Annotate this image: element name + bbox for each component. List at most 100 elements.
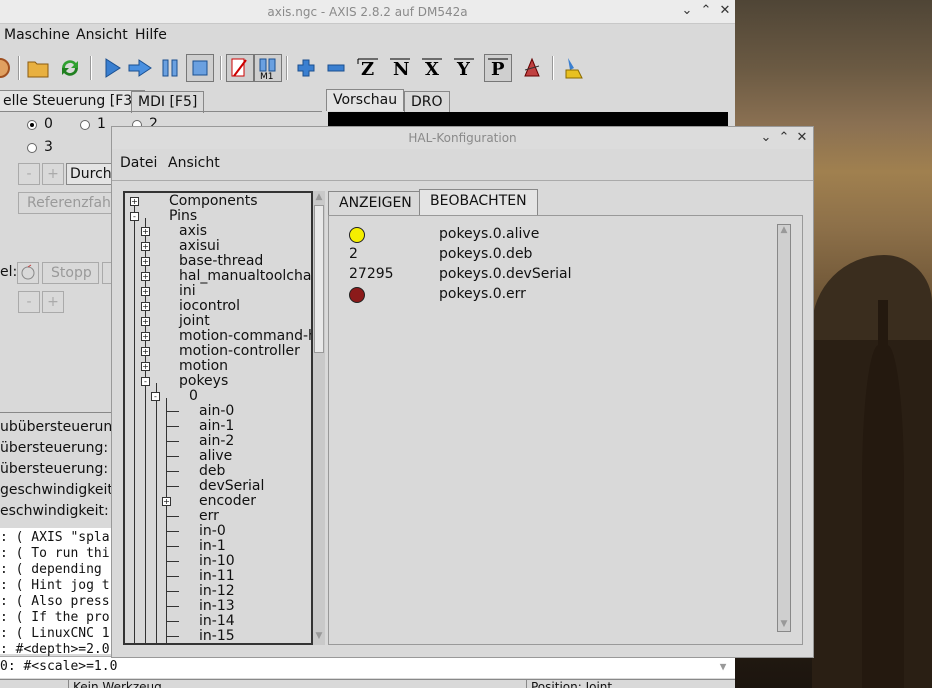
tree-expand-icon[interactable]: + [141,362,150,371]
menu-maschine[interactable]: Maschine [4,27,70,43]
tree-leaf[interactable]: ain-2 [199,434,234,449]
tree-item[interactable]: axisui [179,239,220,254]
tree-leaf[interactable]: ain-1 [199,419,234,434]
tree-item-pins[interactable]: Pins [169,209,197,224]
tree-expand-icon[interactable]: + [141,302,150,311]
scroll-up-icon[interactable]: ▲ [778,225,790,237]
tree-leaf[interactable]: in-11 [199,569,235,584]
tree-collapse-icon[interactable]: - [141,377,150,386]
tree-item[interactable]: motion-command-ha [179,329,311,344]
tree-leaf[interactable]: in-1 [199,539,226,554]
tree-item[interactable]: motion [179,359,228,374]
axis-radio-1[interactable] [80,120,90,130]
scroll-up-icon[interactable]: ▲ [314,192,324,204]
minimize-icon[interactable]: ⌄ [757,129,775,147]
watch-pin-name[interactable]: pokeys.0.deb [439,246,532,262]
tree-item[interactable]: axis [179,224,207,239]
tree-leaf[interactable]: deb [199,464,225,479]
scroll-down-icon[interactable]: ▼ [778,619,790,631]
watch-pin-name[interactable]: pokeys.0.alive [439,226,539,242]
tree-leaf[interactable]: devSerial [199,479,264,494]
minimize-icon[interactable]: ⌄ [678,2,696,20]
optional-stop-icon[interactable]: M1 [254,54,282,82]
tree-leaf[interactable]: in-13 [199,599,235,614]
rotate-icon[interactable] [518,54,546,82]
tree-scrollbar[interactable]: ▲ ▼ [313,191,325,645]
zoom-out-icon[interactable] [322,54,350,82]
tree-leaf[interactable]: in-0 [199,524,226,539]
tree-collapse-icon[interactable]: - [151,392,160,401]
block-delete-icon[interactable] [226,54,254,82]
spindle-plus-button[interactable]: + [42,291,64,313]
home-button[interactable]: Referenzfah [18,192,118,214]
tree-expand-icon[interactable]: + [141,332,150,341]
tree-expand-icon[interactable]: + [141,227,150,236]
view-y-icon[interactable]: Y [450,54,478,82]
spindle-minus-button[interactable]: - [18,291,40,313]
tree-leaf[interactable]: in-15 [199,629,235,644]
tree-item-pokeys-0[interactable]: 0 [189,389,198,404]
view-z-icon[interactable]: Z [354,54,382,82]
open-file-icon[interactable] [24,54,52,82]
tree-item-encoder[interactable]: encoder [199,494,256,509]
scroll-down-icon[interactable]: ▼ [314,631,324,643]
estop-icon[interactable] [0,54,14,82]
tab-mdi[interactable]: MDI [F5] [131,91,205,113]
close-icon[interactable]: ✕ [793,129,811,147]
menu-hilfe[interactable]: Hilfe [135,27,167,43]
step-icon[interactable] [126,54,154,82]
jog-plus-button[interactable]: + [42,163,64,185]
tree-leaf[interactable]: err [199,509,219,524]
tree-item[interactable]: base-thread [179,254,263,269]
tree-collapse-icon[interactable]: - [130,212,139,221]
tree-expand-icon[interactable]: + [141,257,150,266]
watch-pin-name[interactable]: pokeys.0.err [439,286,526,302]
view-z2-icon[interactable]: N [386,54,414,82]
tree-expand-icon[interactable]: + [141,317,150,326]
tree-expand-icon[interactable]: + [162,497,171,506]
tab-vorschau[interactable]: Vorschau [326,89,405,111]
menu-datei[interactable]: Datei [120,155,157,171]
tree-item[interactable]: hal_manualtoolchan [179,269,311,284]
tree-leaf[interactable]: in-14 [199,614,235,629]
view-p-icon[interactable]: P [484,54,512,82]
watch-scrollbar[interactable]: ▲ ▼ [777,224,791,632]
tree-item[interactable]: motion-controller [179,344,300,359]
spindle-ccw-icon[interactable] [17,262,39,284]
pause-icon[interactable] [156,54,184,82]
watch-pin-name[interactable]: pokeys.0.devSerial [439,266,571,282]
tree-leaf[interactable]: in-10 [199,554,235,569]
menu-ansicht[interactable]: Ansicht [76,27,128,43]
tab-manual-control[interactable]: elle Steuerung [F3] [0,90,145,112]
gcode-current-line[interactable]: 0: #<scale>=1.0 ▼ [0,656,735,678]
tree-expand-icon[interactable]: + [141,347,150,356]
tree-item-components[interactable]: Components [169,194,258,209]
reload-icon[interactable] [56,54,84,82]
run-icon[interactable] [98,54,126,82]
tree-expand-icon[interactable]: + [130,197,139,206]
tree-item-pokeys[interactable]: pokeys [179,374,228,389]
scroll-down-icon[interactable]: ▼ [716,660,730,674]
maximize-icon[interactable]: ⌃ [697,2,715,20]
tree-expand-icon[interactable]: + [141,272,150,281]
tab-dro[interactable]: DRO [404,91,450,113]
jog-minus-button[interactable]: - [18,163,40,185]
menu-ansicht[interactable]: Ansicht [168,155,220,171]
zoom-in-icon[interactable] [292,54,320,82]
axis-radio-3[interactable] [27,143,37,153]
view-x-icon[interactable]: X [418,54,446,82]
tree-leaf[interactable]: in-12 [199,584,235,599]
tree-scroll-thumb[interactable] [314,205,324,353]
tab-anzeigen[interactable]: ANZEIGEN [328,191,423,215]
tree-item[interactable]: ini [179,284,196,299]
hal-tree[interactable]: + Components - Pins + axis + axisui + ba… [123,191,313,645]
close-icon[interactable]: ✕ [716,2,734,20]
stop-icon[interactable] [186,54,214,82]
axis-radio-0[interactable] [27,120,37,130]
tree-expand-icon[interactable]: + [141,287,150,296]
tree-item[interactable]: joint [179,314,210,329]
tab-beobachten[interactable]: BEOBACHTEN [419,189,538,215]
clear-plot-icon[interactable] [560,54,588,82]
maximize-icon[interactable]: ⌃ [775,129,793,147]
tree-item[interactable]: iocontrol [179,299,240,314]
